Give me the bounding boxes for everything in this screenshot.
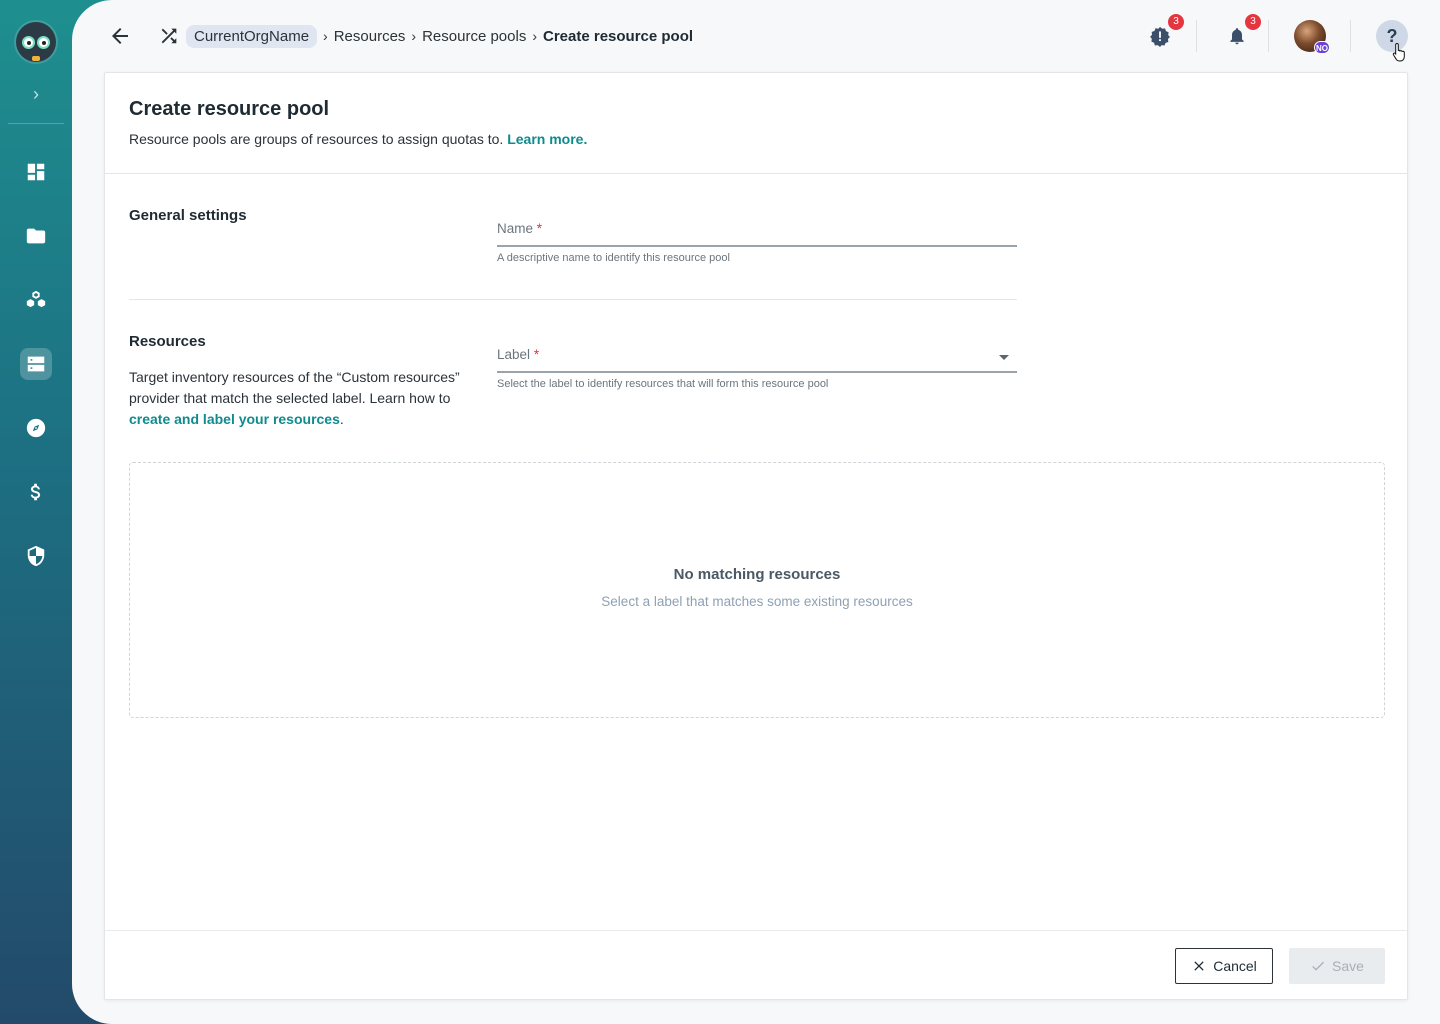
pointer-cursor-icon <box>1392 42 1405 62</box>
top-bar: CurrentOrgName › Resources › Resource po… <box>72 0 1440 72</box>
sidebar-item-resources[interactable] <box>20 284 52 316</box>
folder-icon <box>26 228 46 244</box>
expand-sidebar-chevron-icon[interactable]: › <box>26 84 46 104</box>
label-select[interactable]: Label * Select the label to identify res… <box>497 347 1017 390</box>
shuffle-icon[interactable] <box>158 24 180 48</box>
general-settings-title: General settings <box>129 207 247 224</box>
page-description-text: Resource pools are groups of resources t… <box>129 131 508 147</box>
page-title: Create resource pool <box>129 98 330 120</box>
label-select-label: Label * <box>497 347 1017 369</box>
name-field-label: Name * <box>497 221 1017 243</box>
label-select-help: Select the label to identify resources t… <box>497 378 829 390</box>
resources-title: Resources <box>129 333 206 350</box>
page-description: Resource pools are groups of resources t… <box>129 131 587 147</box>
card-header: Create resource pool Resource pools are … <box>105 73 1407 174</box>
empty-state-subtitle: Select a label that matches some existin… <box>601 594 913 609</box>
breadcrumb-current: Create resource pool <box>543 27 694 45</box>
label-select-underline[interactable] <box>497 371 1017 373</box>
alerts-button[interactable]: 3 <box>1146 14 1184 50</box>
name-field-help: A descriptive name to identify this reso… <box>497 252 730 264</box>
card-footer: Cancel Save <box>105 930 1407 1000</box>
breadcrumb: CurrentOrgName › Resources › Resource po… <box>186 23 693 49</box>
boxes-icon <box>26 290 46 308</box>
server-icon <box>27 356 45 372</box>
required-asterisk: * <box>536 221 543 236</box>
create-label-resources-link[interactable]: create and label your resources <box>129 411 340 427</box>
breadcrumb-org[interactable]: CurrentOrgName <box>186 24 318 48</box>
name-field[interactable]: Name * A descriptive name to identify th… <box>497 221 1017 264</box>
close-icon <box>1194 961 1204 971</box>
sidebar: › <box>0 0 72 1024</box>
dropdown-arrow-icon[interactable] <box>999 355 1009 360</box>
breadcrumb-resource-pools[interactable]: Resource pools <box>422 28 526 45</box>
dollar-icon <box>30 483 41 501</box>
bell-icon <box>1230 28 1244 45</box>
main-panel: CurrentOrgName › Resources › Resource po… <box>72 0 1440 1024</box>
owl-logo-icon[interactable] <box>16 22 56 62</box>
shield-icon <box>27 545 45 567</box>
chevron-right-icon: › <box>323 28 328 44</box>
chevron-right-icon: › <box>411 28 417 44</box>
sidebar-item-security[interactable] <box>20 540 52 572</box>
save-button[interactable]: Save <box>1289 948 1385 984</box>
topbar-divider <box>1268 20 1269 52</box>
dashboard-icon <box>27 163 45 181</box>
cancel-button[interactable]: Cancel <box>1175 948 1273 984</box>
notifications-count-badge: 3 <box>1245 14 1261 30</box>
chevron-right-icon: › <box>532 28 537 44</box>
sidebar-item-resource-pools[interactable] <box>20 348 52 380</box>
learn-more-link[interactable]: Learn more. <box>507 131 587 147</box>
sidebar-item-explore[interactable] <box>20 412 52 444</box>
notifications-button[interactable]: 3 <box>1223 14 1261 50</box>
sidebar-item-folders[interactable] <box>20 220 52 252</box>
name-input-underline[interactable] <box>497 245 1017 247</box>
alert-badge-icon <box>1150 26 1170 47</box>
sidebar-item-dashboard[interactable] <box>20 156 52 188</box>
alerts-count-badge: 3 <box>1168 14 1184 30</box>
save-button-label: Save <box>1332 958 1364 974</box>
cancel-button-label: Cancel <box>1213 958 1257 974</box>
sidebar-item-finops[interactable] <box>20 476 52 508</box>
compass-icon <box>26 418 46 438</box>
check-icon <box>1312 961 1325 971</box>
sidebar-divider <box>8 123 64 124</box>
required-asterisk: * <box>533 347 540 362</box>
resources-description: Target inventory resources of the “Custo… <box>129 367 469 430</box>
topbar-divider <box>1350 20 1351 52</box>
breadcrumb-resources[interactable]: Resources <box>334 28 406 45</box>
empty-state-title: No matching resources <box>673 566 841 583</box>
label-label-text: Label <box>497 347 531 362</box>
create-resource-pool-card: Create resource pool Resource pools are … <box>104 72 1408 1000</box>
topbar-divider <box>1196 20 1197 52</box>
resources-description-text: Target inventory resources of the “Custo… <box>129 369 460 406</box>
name-label-text: Name <box>497 221 534 236</box>
section-divider <box>129 299 1017 300</box>
empty-state: No matching resources Select a label tha… <box>129 462 1385 718</box>
resources-description-end: . <box>339 411 344 427</box>
avatar-initials-badge: NO <box>1314 41 1330 54</box>
back-arrow-icon[interactable] <box>108 24 132 48</box>
